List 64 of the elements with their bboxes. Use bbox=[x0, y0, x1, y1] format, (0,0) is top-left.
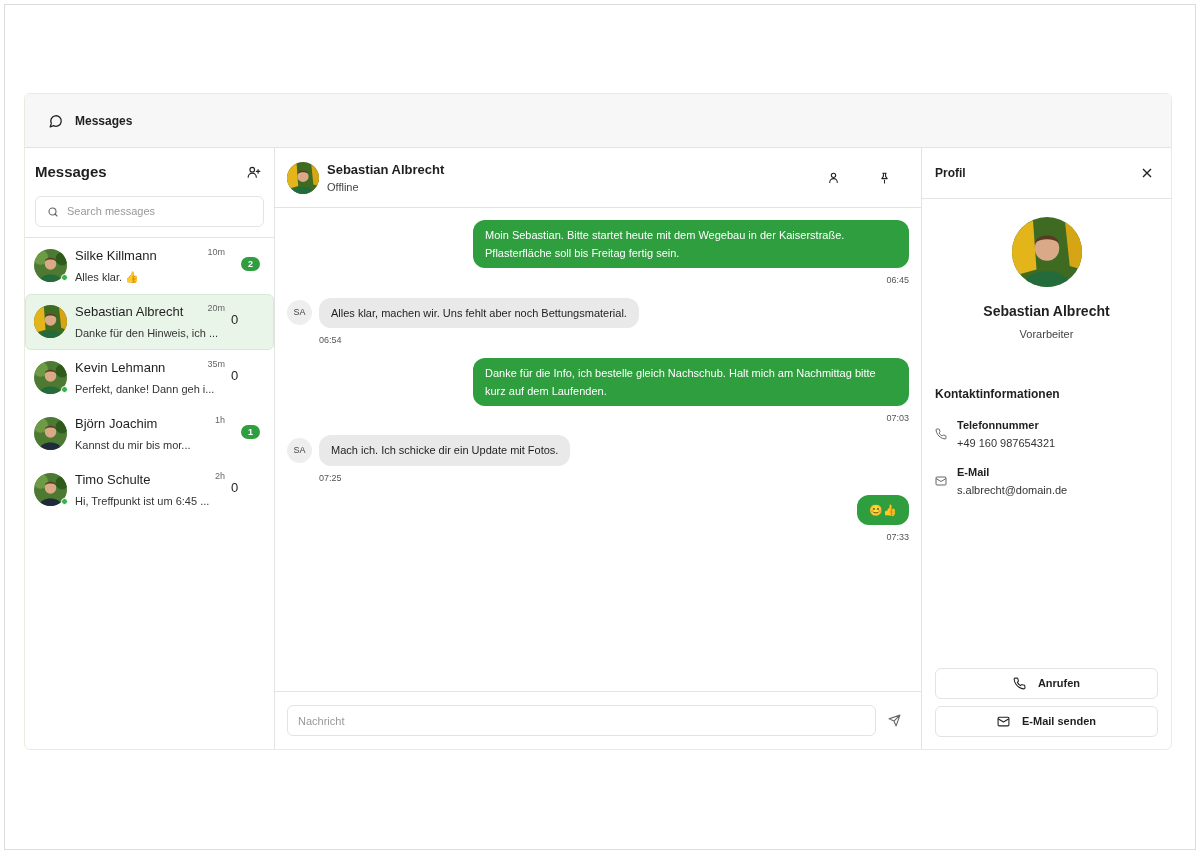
message-field[interactable]: Nachricht bbox=[287, 705, 876, 736]
incoming-message: Alles klar, machen wir. Uns fehlt aber noch Bettungsmaterial. bbox=[319, 297, 639, 328]
message-time: 06:45 bbox=[886, 274, 909, 287]
chat-bubble-icon bbox=[49, 113, 63, 128]
message-time: 06:54 bbox=[319, 334, 342, 347]
profile-name: Sebastian Albrecht bbox=[983, 302, 1110, 321]
call-button[interactable]: Anrufen bbox=[935, 668, 1158, 699]
message-time: 35m bbox=[207, 357, 225, 371]
panel-title: Profil bbox=[935, 165, 966, 182]
message-preview: Perfekt, danke! Dann geh i... bbox=[75, 382, 216, 397]
message-preview: Kannst du mir bis mor... bbox=[75, 438, 192, 453]
conversation-item[interactable]: Björn Joachim 1h Kannst du mir bis mor... 1 bbox=[25, 405, 274, 462]
contact-name: Björn Joachim bbox=[75, 414, 158, 433]
message-preview: Alles klar. 👍 bbox=[75, 270, 141, 285]
mail-icon bbox=[997, 715, 1010, 728]
message-time: 10m bbox=[207, 245, 225, 259]
contact-name: Sebastian Albrecht bbox=[75, 302, 184, 321]
contact-name: Silke Killmann bbox=[75, 246, 157, 265]
initials-avatar: SA bbox=[287, 437, 312, 463]
contact-status: Offline bbox=[327, 180, 360, 195]
incoming-message: Mach ich. Ich schicke dir ein Update mit Fotos. bbox=[319, 435, 571, 466]
message-time: 2h bbox=[215, 469, 225, 483]
section-title: Kontaktinformationen bbox=[934, 385, 1061, 403]
outgoing-message: Moin Sebastian. Bitte startet heute mit dem Wegebau in der Kaiserstraße. Pflasterfläche soll bis Freitag fertig sein. bbox=[473, 220, 909, 268]
message-preview: Danke für den Hinweis, ich ... bbox=[75, 326, 220, 341]
contact-label: Telefonnummer bbox=[957, 417, 1040, 433]
initials-avatar: SA bbox=[287, 300, 312, 326]
message-time: 07:25 bbox=[319, 471, 342, 485]
profile-role: Vorarbeiter bbox=[1019, 327, 1074, 342]
message-time: 07:33 bbox=[886, 531, 909, 544]
search-icon bbox=[47, 205, 59, 218]
conversation-item[interactable]: Kevin Lehmann 35m Perfekt, danke! Dann geh i... 0 bbox=[25, 349, 274, 406]
contact-name: Sebastian Albrecht bbox=[327, 160, 445, 179]
contact-value: +49 160 987654321 bbox=[957, 436, 1056, 451]
contact-name: Kevin Lehmann bbox=[75, 358, 166, 377]
unread-badge: 2 bbox=[241, 256, 260, 271]
close-icon[interactable] bbox=[1142, 168, 1152, 178]
search-field[interactable]: Search messages bbox=[35, 195, 264, 227]
unread-badge: 1 bbox=[241, 424, 260, 439]
send-icon[interactable] bbox=[888, 714, 901, 727]
message-time: 07:03 bbox=[886, 411, 909, 425]
conversation-item[interactable]: Sebastian Albrecht 20m Danke für den Hinweis, ich ... 0 bbox=[25, 293, 274, 350]
user-icon[interactable] bbox=[827, 171, 840, 184]
contact-value: s.albrecht@domain.de bbox=[957, 483, 1068, 498]
phone-icon bbox=[935, 428, 947, 440]
outgoing-message: Danke für die Info, ich bestelle gleich Nachschub. Halt mich am Nachmittag bitte kurz auf dem Laufenden. bbox=[473, 357, 909, 406]
mail-icon bbox=[935, 475, 947, 487]
contact-name: Timo Schulte bbox=[75, 470, 151, 489]
message-time: 20m bbox=[207, 301, 225, 315]
add-user-icon[interactable] bbox=[247, 165, 261, 180]
message-time: 1h bbox=[215, 413, 225, 427]
sidebar-title: Messages bbox=[35, 162, 107, 182]
email-button[interactable]: E-Mail senden bbox=[935, 706, 1158, 737]
unread-count: 0 bbox=[231, 366, 239, 385]
phone-icon bbox=[1012, 677, 1026, 690]
contact-label: E-Mail bbox=[957, 464, 991, 480]
outgoing-message: 😊👍 bbox=[857, 495, 909, 525]
app-title: Messages bbox=[75, 112, 133, 130]
unread-count: 0 bbox=[231, 478, 239, 497]
message-preview: Hi, Treffpunkt ist um 6:45 ... bbox=[75, 494, 211, 509]
pin-icon[interactable] bbox=[878, 171, 891, 184]
conversation-item[interactable]: Timo Schulte 2h Hi, Treffpunkt ist um 6:45 ... 0 bbox=[25, 461, 274, 518]
conversation-item[interactable]: Silke Killmann 10m Alles klar. 👍 2 bbox=[25, 237, 274, 294]
unread-count: 0 bbox=[231, 310, 239, 329]
